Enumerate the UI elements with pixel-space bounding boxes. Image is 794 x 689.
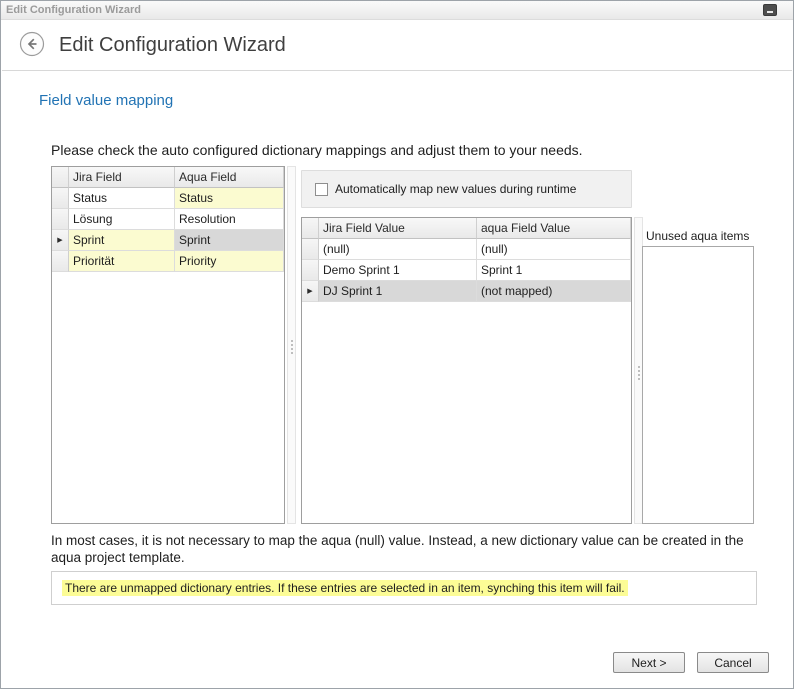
table-cell[interactable]: Demo Sprint 1 <box>319 260 477 281</box>
row-selector-current[interactable]: ▶ <box>52 230 69 251</box>
cancel-button[interactable]: Cancel <box>697 652 769 673</box>
table-cell[interactable]: Sprint <box>175 230 284 251</box>
grip-dots-icon <box>291 344 293 346</box>
section-title: Field value mapping <box>39 92 173 109</box>
unused-aqua-items-list[interactable] <box>642 246 754 524</box>
row-selector-current[interactable]: ▶ <box>302 281 319 302</box>
table-cell[interactable]: Resolution <box>175 209 284 230</box>
grid-header-row: Jira Field Valueaqua Field Value <box>302 218 631 239</box>
table-cell[interactable]: Status <box>175 188 284 209</box>
table-cell[interactable]: Status <box>69 188 175 209</box>
row-header-corner <box>302 218 319 239</box>
instruction-text: Please check the auto configured diction… <box>51 142 583 158</box>
row-selector[interactable] <box>52 188 69 209</box>
table-cell[interactable]: DJ Sprint 1 <box>319 281 477 302</box>
column-header[interactable]: Jira Field Value <box>319 218 477 239</box>
table-cell[interactable]: Priorität <box>69 251 175 272</box>
field-table-scrollbar[interactable] <box>287 166 296 524</box>
table-row[interactable]: StatusStatus <box>52 188 284 209</box>
column-header[interactable]: aqua Field Value <box>477 218 631 239</box>
auto-map-checkbox-label[interactable]: Automatically map new values during runt… <box>335 182 576 196</box>
value-mapping-table: Jira Field Valueaqua Field Value(null)(n… <box>301 217 632 524</box>
back-button[interactable] <box>19 33 45 59</box>
table-row[interactable]: ▶ SprintSprint <box>52 230 284 251</box>
next-button[interactable]: Next > <box>613 652 685 673</box>
table-row[interactable]: LösungResolution <box>52 209 284 230</box>
row-selector[interactable] <box>52 209 69 230</box>
minimize-button[interactable] <box>763 4 777 16</box>
current-row-arrow-icon: ▶ <box>57 237 62 244</box>
table-cell[interactable]: (null) <box>319 239 477 260</box>
warning-box: There are unmapped dictionary entries. I… <box>51 571 757 605</box>
table-cell[interactable]: Priority <box>175 251 284 272</box>
table-row[interactable]: ▶ DJ Sprint 1(not mapped) <box>302 281 631 302</box>
current-row-arrow-icon: ▶ <box>307 288 312 295</box>
table-cell[interactable]: Lösung <box>69 209 175 230</box>
field-mapping-table: Jira FieldAqua FieldStatusStatusLösungRe… <box>51 166 285 524</box>
table-row[interactable]: (null)(null) <box>302 239 631 260</box>
row-selector[interactable] <box>52 251 69 272</box>
column-header[interactable]: Jira Field <box>69 167 175 188</box>
grid-header-row: Jira FieldAqua Field <box>52 167 284 188</box>
unmapped-warning-text: There are unmapped dictionary entries. I… <box>62 580 628 596</box>
table-cell[interactable]: Sprint <box>69 230 175 251</box>
edit-configuration-wizard-window: Edit Configuration Wizard Edit Configura… <box>0 0 794 689</box>
page-title: Edit Configuration Wizard <box>59 34 286 57</box>
null-mapping-note: In most cases, it is not necessary to ma… <box>51 532 751 566</box>
table-row[interactable]: PrioritätPriority <box>52 251 284 272</box>
row-header-corner <box>52 167 69 188</box>
column-header[interactable]: Aqua Field <box>175 167 284 188</box>
table-cell[interactable]: (not mapped) <box>477 281 631 302</box>
row-selector[interactable] <box>302 239 319 260</box>
grip-dots-icon <box>638 370 640 372</box>
titlebar[interactable]: Edit Configuration Wizard <box>1 1 793 20</box>
auto-map-panel: Automatically map new values during runt… <box>301 170 632 208</box>
table-row[interactable]: Demo Sprint 1Sprint 1 <box>302 260 631 281</box>
row-selector[interactable] <box>302 260 319 281</box>
auto-map-checkbox[interactable] <box>315 183 328 196</box>
titlebar-title: Edit Configuration Wizard <box>6 4 141 16</box>
wizard-header: Edit Configuration Wizard <box>2 21 792 71</box>
table-cell[interactable]: (null) <box>477 239 631 260</box>
unused-aqua-items-label: Unused aqua items <box>646 229 749 243</box>
table-cell[interactable]: Sprint 1 <box>477 260 631 281</box>
back-arrow-icon <box>19 31 45 60</box>
